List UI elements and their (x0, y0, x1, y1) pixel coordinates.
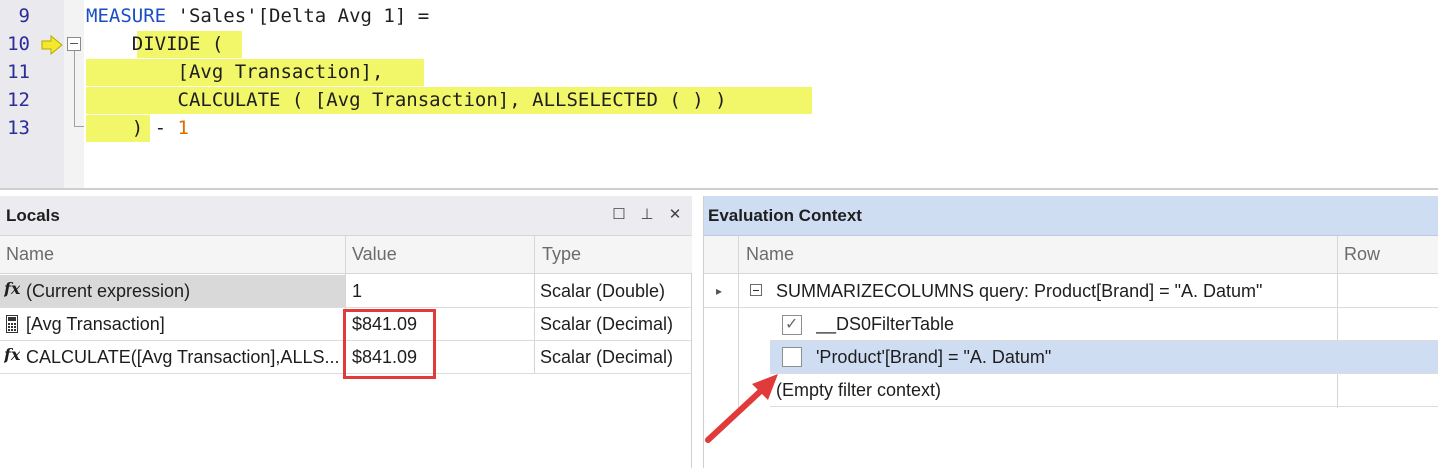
line-number: 12 (7, 89, 30, 111)
evaluation-context-title: Evaluation Context (708, 206, 862, 225)
annotation-highlight-box (343, 309, 436, 379)
locals-grid-header: Name Value Type (0, 236, 692, 274)
outline-line (74, 51, 75, 126)
outline-line-end (74, 126, 84, 127)
local-name: (Current expression) (26, 281, 191, 301)
line-number: 9 (18, 5, 30, 27)
tree-row-filter[interactable]: __DS0FilterTable (770, 308, 1438, 341)
number-literal: 1 (177, 117, 189, 139)
annotation-arrow-icon (705, 374, 778, 443)
empty-context-label: (Empty filter context) (776, 380, 942, 400)
function-icon: fx (4, 279, 21, 298)
column-header-row[interactable]: Row (1344, 244, 1380, 265)
group-label: SUMMARIZECOLUMNS query: Product[Brand] =… (776, 281, 1263, 301)
calculator-icon (6, 315, 18, 333)
evaluation-context-title-bar: Evaluation Context (704, 196, 1438, 236)
filter-label: 'Product'[Brand] = "A. Datum" (816, 347, 1052, 367)
function-icon: fx (4, 345, 21, 364)
pin-icon[interactable]: ⊥ (637, 205, 657, 225)
code-text: [Avg Transaction], (177, 61, 384, 83)
splitter[interactable] (0, 188, 1438, 190)
expand-arrow-icon[interactable]: ▸ (716, 284, 722, 298)
line-number: 11 (7, 61, 30, 83)
tree-row-group[interactable]: ▸ SUMMARIZECOLUMNS query: Product[Brand]… (704, 275, 1438, 308)
locals-title: Locals (6, 206, 60, 225)
line-number: 10 (7, 33, 30, 55)
collapse-toggle-icon[interactable] (67, 37, 81, 51)
filter-label: __DS0FilterTable (816, 314, 955, 334)
line-number-gutter: 9 10 11 12 13 (0, 0, 64, 188)
local-value: 1 (352, 281, 363, 301)
code-text: CALCULATE ( [Avg Transaction], ALLSELECT… (177, 89, 727, 111)
evaluation-context-panel: Evaluation Context Name Row ▸ SUMMARIZEC… (703, 196, 1438, 468)
local-type: Scalar (Decimal) (540, 314, 674, 334)
column-header-type[interactable]: Type (542, 244, 581, 265)
filter-checkbox[interactable] (782, 347, 802, 367)
code-line-13[interactable]: ) - 1 (86, 114, 189, 142)
column-header-name[interactable]: Name (6, 244, 54, 265)
locals-title-bar: Locals ☐ ⊥ ✕ (0, 196, 692, 236)
code-text: 'Sales'[Delta Avg 1] = (166, 5, 430, 27)
code-line-9[interactable]: MEASURE 'Sales'[Delta Avg 1] = (86, 2, 429, 30)
current-statement-arrow-icon (41, 35, 63, 55)
code-text: ) - (131, 117, 178, 139)
tree-row-filter-selected[interactable]: 'Product'[Brand] = "A. Datum" (770, 341, 1438, 374)
local-type: Scalar (Double) (540, 281, 666, 301)
code-line-12[interactable]: CALCULATE ( [Avg Transaction], ALLSELECT… (86, 86, 727, 114)
code-editor[interactable]: 9 10 11 12 13 MEASURE 'Sales'[Delta Avg … (0, 0, 1438, 188)
keyword: MEASURE (86, 5, 167, 27)
local-name: CALCULATE([Avg Transaction],ALLS... (26, 347, 340, 367)
code-line-11[interactable]: [Avg Transaction], (86, 58, 384, 86)
code-line-10[interactable]: DIVIDE ( (86, 30, 224, 58)
local-type: Scalar (Decimal) (540, 347, 674, 367)
column-header-value[interactable]: Value (352, 244, 397, 265)
local-name: [Avg Transaction] (26, 314, 165, 334)
collapse-icon[interactable] (750, 284, 762, 296)
filter-checkbox[interactable] (782, 314, 802, 335)
column-header-name[interactable]: Name (746, 244, 794, 265)
tree-row-empty[interactable]: (Empty filter context) (770, 374, 1438, 407)
maximize-icon[interactable]: ☐ (609, 205, 629, 225)
table-row[interactable]: fx (Current expression) 1 Scalar (Double… (0, 275, 692, 308)
line-number: 13 (7, 117, 30, 139)
evaluation-context-grid-header: Name Row (704, 236, 1438, 274)
close-icon[interactable]: ✕ (665, 205, 685, 225)
code-text: DIVIDE ( (131, 33, 224, 55)
